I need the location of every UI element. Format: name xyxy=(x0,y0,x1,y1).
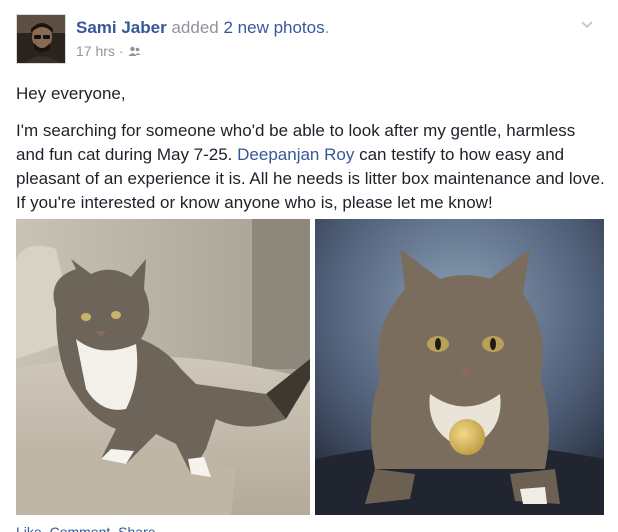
comment-link[interactable]: Comment xyxy=(50,524,111,532)
timestamp-link[interactable]: 17 hrs xyxy=(76,43,115,59)
post-period: . xyxy=(324,18,330,37)
avatar-image xyxy=(17,15,65,63)
post: Sami Jaber added 2 new photos. 17 hrs · … xyxy=(0,0,618,532)
mention-link[interactable]: Deepanjan Roy xyxy=(237,145,354,164)
cat-closeup-image xyxy=(315,219,604,515)
greeting-text: Hey everyone, xyxy=(16,84,126,103)
meta-separator: · xyxy=(118,43,124,59)
friends-icon[interactable] xyxy=(128,46,141,57)
author-name-link[interactable]: Sami Jaber xyxy=(76,18,167,37)
share-link[interactable]: Share xyxy=(118,524,155,532)
post-action-text: added xyxy=(171,18,219,37)
post-message: I'm searching for someone who'd be able … xyxy=(16,119,606,215)
author-line: Sami Jaber added 2 new photos. xyxy=(76,18,329,38)
post-photo-2[interactable] xyxy=(315,219,604,515)
chevron-down-icon[interactable] xyxy=(578,16,596,34)
post-actions: Like Comment Share xyxy=(16,524,160,532)
author-avatar[interactable] xyxy=(16,14,66,64)
post-header: Sami Jaber added 2 new photos. 17 hrs · xyxy=(16,14,596,66)
post-photo-1[interactable] xyxy=(16,219,310,515)
post-meta: 17 hrs · xyxy=(76,43,141,59)
photos-link[interactable]: 2 new photos xyxy=(223,18,324,37)
post-body: Hey everyone, I'm searching for someone … xyxy=(16,82,606,228)
cat-on-sofa-image xyxy=(16,219,310,515)
like-link[interactable]: Like xyxy=(16,524,42,532)
